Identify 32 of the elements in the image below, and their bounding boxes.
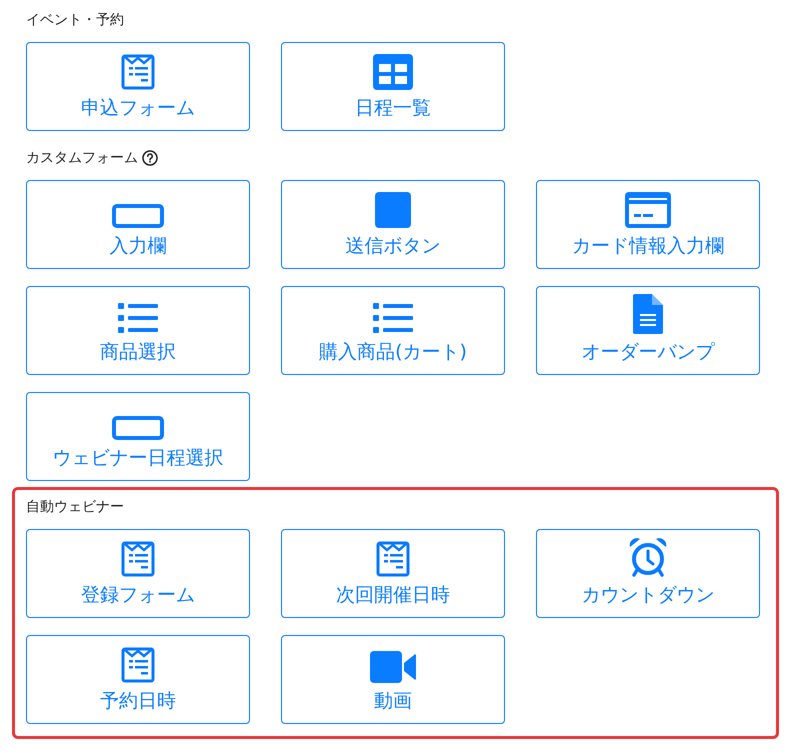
element-tile[interactable]: 動画 — [281, 635, 505, 724]
element-tile[interactable]: カウントダウン — [536, 529, 760, 618]
form-icon — [121, 647, 155, 683]
element-tile[interactable]: オーダーバンプ — [536, 286, 760, 375]
element-tile[interactable]: 送信ボタン — [281, 180, 505, 269]
element-tile[interactable]: 申込フォーム — [26, 42, 250, 131]
element-tile[interactable]: 入力欄 — [26, 180, 250, 269]
element-tile[interactable]: 商品選択 — [26, 286, 250, 375]
form-icon — [121, 541, 155, 577]
section-heading: イベント・予約 — [26, 11, 124, 29]
list-icon — [373, 302, 413, 334]
list-icon — [118, 302, 158, 334]
document-icon — [633, 294, 663, 334]
section-heading: カスタムフォーム — [26, 149, 138, 167]
element-tile[interactable]: 予約日時 — [26, 635, 250, 724]
element-tile[interactable]: 次回開催日時 — [281, 529, 505, 618]
help-icon[interactable] — [142, 150, 158, 166]
section-heading: 自動ウェビナー — [26, 498, 124, 516]
input-box-icon — [112, 204, 164, 228]
element-tile[interactable]: 登録フォーム — [26, 529, 250, 618]
element-tile[interactable]: 日程一覧 — [281, 42, 505, 131]
alarm-clock-icon — [628, 537, 668, 577]
element-tile[interactable]: 購入商品(カート) — [281, 286, 505, 375]
element-tile[interactable]: ウェビナー日程選択 — [26, 392, 250, 481]
credit-card-icon — [625, 192, 671, 228]
input-box-icon — [112, 416, 164, 440]
table-icon — [373, 54, 413, 90]
form-icon — [376, 541, 410, 577]
video-camera-icon — [370, 651, 416, 683]
square-icon — [375, 192, 411, 228]
form-icon — [121, 54, 155, 90]
element-tile[interactable]: カード情報入力欄 — [536, 180, 760, 269]
